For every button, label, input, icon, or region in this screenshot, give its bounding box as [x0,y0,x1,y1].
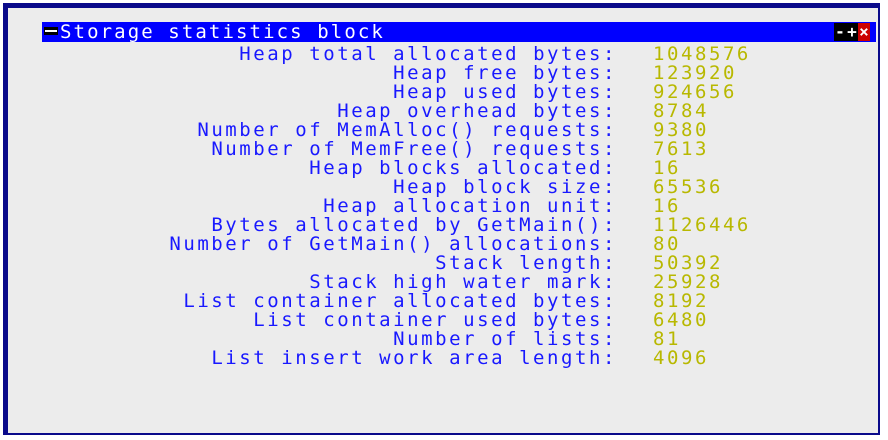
storage-statistics-window: Storage statistics block - + × Heap tota… [3,3,880,435]
window-menu-icon[interactable] [44,27,58,35]
maximize-button[interactable]: + [846,23,858,41]
minimize-button[interactable]: - [834,23,846,41]
close-button[interactable]: × [858,23,870,41]
statistics-list: Heap total allocated bytes: 1048576 Heap… [4,45,879,368]
window-controls: - + × [834,23,870,41]
stat-value: 4096 [653,347,709,369]
stat-row: List insert work area length: 4096 [4,349,879,368]
stat-label: List insert work area length: [211,347,617,369]
window-title: Storage statistics block [60,21,385,43]
title-bar[interactable]: Storage statistics block - + × [42,22,876,42]
